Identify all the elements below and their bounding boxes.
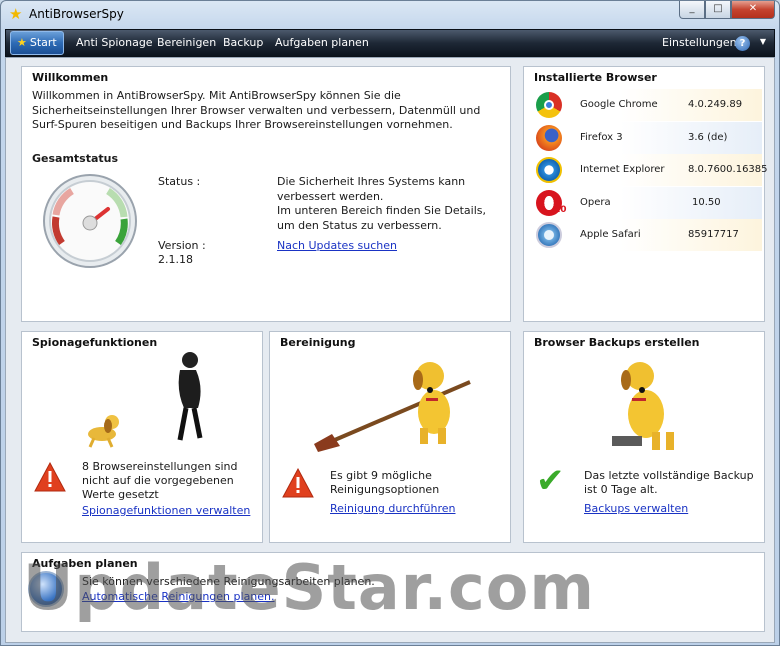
- spy-message: 8 Browsereinstellungen sind nicht auf di…: [82, 460, 238, 501]
- backup-illustration: [612, 362, 674, 450]
- backup-link[interactable]: Backups verwalten: [584, 502, 762, 516]
- menu-start-label: Start: [29, 36, 57, 49]
- star-icon: ★: [9, 5, 23, 23]
- app-window: ★ AntiBrowserSpy _ □ ✕ ★ Start Anti Spion…: [0, 0, 780, 646]
- clean-link[interactable]: Reinigung durchführen: [330, 502, 508, 516]
- browser-row[interactable]: Firefox 3 3.6 (de): [526, 121, 762, 154]
- browser-name: Apple Safari: [580, 229, 641, 241]
- menu-backup[interactable]: Backup: [217, 30, 269, 56]
- menu-bar: ★ Start Anti Spionage Bereinigen Backup A…: [5, 29, 775, 57]
- browser-row[interactable]: 10 Opera 10.50: [526, 186, 762, 219]
- welcome-title: Willkommen: [32, 71, 109, 84]
- status-label: Status :: [158, 175, 201, 188]
- browsers-panel: Installierte Browser Google Chrome 4.0.2…: [523, 66, 768, 322]
- title-bar: ★ AntiBrowserSpy _ □ ✕: [1, 1, 779, 29]
- warning-icon: [34, 462, 66, 492]
- spy-title: Spionagefunktionen: [32, 336, 158, 349]
- spy-panel: Spionagefunktionen 8 Browsereinstellunge…: [21, 331, 263, 543]
- browsers-title: Installierte Browser: [534, 71, 657, 84]
- menu-aufgaben-planen[interactable]: Aufgaben planen: [269, 30, 375, 56]
- browser-row[interactable]: Google Chrome 4.0.249.89: [526, 89, 762, 121]
- spy-link[interactable]: Spionagefunktionen verwalten: [82, 504, 260, 518]
- window-title: AntiBrowserSpy: [29, 7, 124, 21]
- warning-icon: [282, 468, 314, 498]
- star-icon: ★: [17, 36, 27, 49]
- help-icon[interactable]: ?: [735, 36, 750, 51]
- backup-title: Browser Backups erstellen: [534, 336, 700, 349]
- maximize-button[interactable]: □: [705, 1, 731, 19]
- safari-icon: [536, 222, 562, 249]
- update-link[interactable]: Nach Updates suchen: [277, 239, 397, 252]
- gauge-icon: [43, 174, 137, 268]
- browser-version: 8.0.7600.16385: [688, 164, 768, 176]
- firefox-icon: [536, 124, 562, 151]
- clean-title: Bereinigung: [280, 336, 356, 349]
- menu-bereinigen[interactable]: Bereinigen: [151, 30, 222, 56]
- browser-row[interactable]: Apple Safari 85917717: [526, 219, 762, 252]
- ie-icon: [536, 157, 562, 184]
- version-value: 2.1.18: [158, 253, 193, 266]
- browser-version: 3.6 (de): [688, 131, 728, 143]
- menu-anti-spionage[interactable]: Anti Spionage: [70, 30, 159, 56]
- menu-start[interactable]: ★ Start: [10, 31, 64, 55]
- browser-version: 85917717: [688, 229, 739, 241]
- browser-name: Opera: [580, 196, 611, 208]
- clean-message: Es gibt 9 mögliche Reinigungsoptionen: [330, 469, 440, 496]
- status-text: Die Sicherheit Ihres Systems kann verbes…: [277, 175, 486, 232]
- minimize-button[interactable]: _: [679, 1, 705, 19]
- menu-einstellungen[interactable]: Einstellungen: [656, 30, 743, 56]
- browser-name: Internet Explorer: [580, 164, 665, 176]
- chevron-down-icon[interactable]: ▼: [760, 37, 766, 46]
- clean-panel: Bereinigung Es gibt 9 mögliche Reinigung…: [269, 331, 511, 543]
- version-label: Version :: [158, 239, 206, 252]
- backup-message: Das letzte vollständige Backup ist 0 Tag…: [584, 469, 754, 496]
- backup-panel: Browser Backups erstellen ✔ Das letzte v…: [523, 331, 765, 543]
- browser-version: 10.50: [692, 196, 721, 208]
- welcome-text: Willkommen in AntiBrowserSpy. Mit AntiBr…: [32, 89, 481, 131]
- check-icon: ✔: [536, 461, 565, 501]
- window-controls: _ □ ✕: [679, 1, 775, 19]
- status-title: Gesamtstatus: [32, 152, 119, 165]
- opera-badge: 10: [554, 204, 567, 215]
- close-button[interactable]: ✕: [731, 1, 775, 19]
- watermark: UpdateStar.com: [23, 551, 595, 624]
- browser-version: 4.0.249.89: [688, 99, 743, 110]
- welcome-panel: Willkommen Willkommen in AntiBrowserSpy.…: [21, 66, 511, 322]
- browser-row[interactable]: Internet Explorer 8.0.7600.16385: [526, 154, 768, 187]
- browser-name: Google Chrome: [580, 99, 658, 110]
- spy-illustration: [88, 352, 203, 448]
- chrome-icon: [536, 92, 562, 118]
- browser-name: Firefox 3: [580, 131, 623, 143]
- browser-list: Google Chrome 4.0.249.89 Firefox 3 3.6 (…: [526, 89, 768, 252]
- clean-illustration: [314, 362, 471, 452]
